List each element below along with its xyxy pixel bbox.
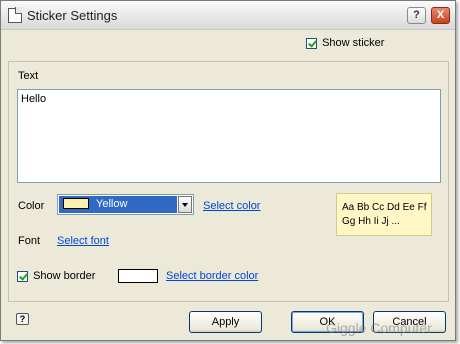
select-font-link[interactable]: Select font (57, 235, 109, 247)
apply-button[interactable]: Apply (189, 311, 262, 333)
sticker-preview: Aa Bb Cc Dd Ee Ff Gg Hh Ii Jj ... (336, 193, 432, 236)
checkbox-checked-icon[interactable] (306, 37, 317, 49)
preview-line-2: Gg Hh Ii Jj ... (342, 216, 400, 227)
show-sticker-checkbox[interactable]: Show sticker (306, 37, 384, 49)
show-border-checkbox[interactable]: Show border (17, 270, 95, 282)
watermark: Giggle Computer (326, 320, 432, 336)
color-dropdown-value: Yellow (96, 198, 128, 210)
checkbox-checked-icon[interactable] (17, 270, 28, 282)
window-title: Sticker Settings (27, 8, 118, 23)
text-label: Text (18, 70, 39, 82)
help-button[interactable]: ? (407, 7, 426, 24)
show-border-label: Show border (33, 270, 96, 283)
sticker-settings-dialog: Sticker Settings ? X Show sticker Text H… (0, 0, 456, 341)
border-color-swatch (118, 269, 158, 283)
help-tooltip-icon[interactable]: ? (16, 313, 29, 325)
select-border-color-link[interactable]: Select border color (166, 270, 258, 282)
sticker-text-input[interactable]: Hello (17, 89, 441, 183)
chevron-down-icon[interactable] (178, 196, 192, 213)
color-dropdown-selection: Yellow (59, 196, 177, 213)
sticker-icon (8, 7, 22, 23)
color-label: Color (18, 200, 45, 212)
color-swatch (63, 198, 89, 209)
color-dropdown[interactable]: Yellow (57, 194, 194, 215)
close-button[interactable]: X (431, 7, 450, 24)
show-sticker-label: Show sticker (322, 37, 385, 50)
title-bar[interactable]: Sticker Settings ? X (1, 1, 455, 30)
font-label: Font (18, 235, 41, 247)
preview-line-1: Aa Bb Cc Dd Ee Ff (342, 202, 427, 213)
select-color-link[interactable]: Select color (203, 200, 260, 212)
